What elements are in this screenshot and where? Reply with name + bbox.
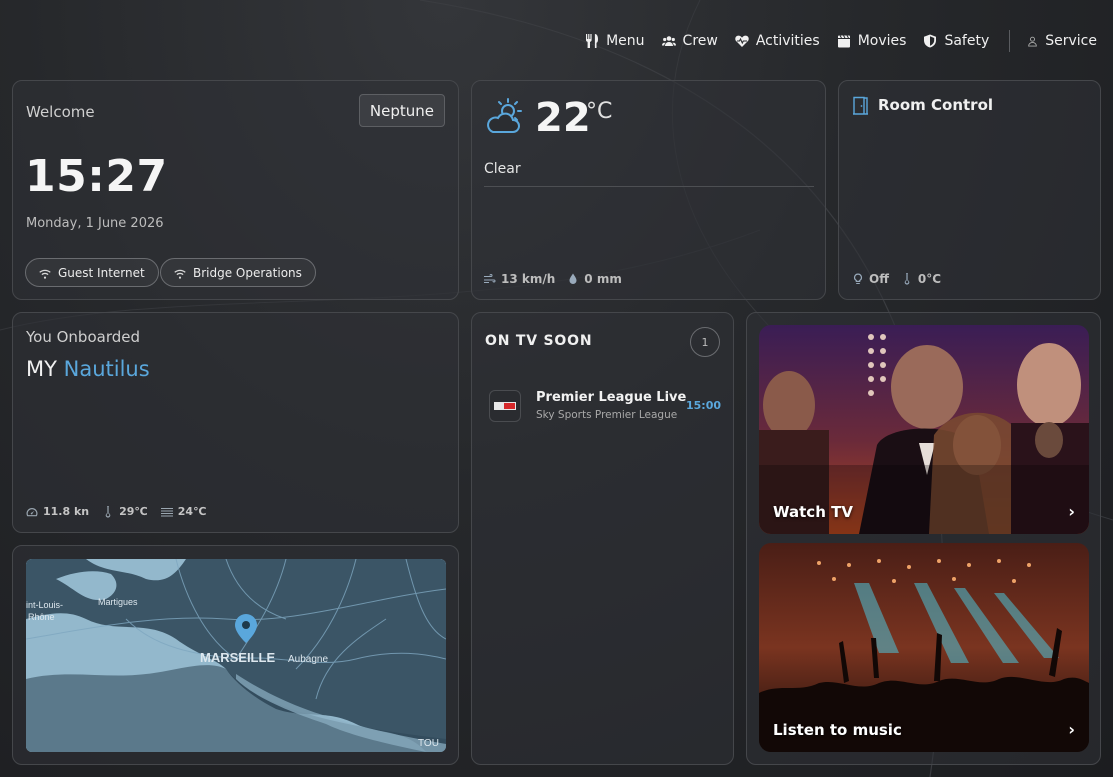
map-label-saint-louis: int-Louis- — [26, 600, 63, 610]
rain-value: 0 mm — [584, 272, 622, 286]
nav-safety-label: Safety — [944, 33, 990, 49]
tv-program-item[interactable]: Premier League Live Sky Sports Premier L… — [489, 389, 721, 423]
speedometer-icon — [26, 507, 38, 516]
divider — [484, 186, 814, 187]
weather-condition: Clear — [484, 161, 521, 177]
wind-icon — [484, 274, 496, 283]
room-control-card[interactable]: Room Control Off 0°C — [838, 80, 1101, 300]
nav-crew[interactable]: Crew — [661, 31, 718, 51]
temperature-unit: °C — [586, 99, 613, 124]
water-temp-value: 24℃ — [177, 505, 207, 518]
temperature-value: 22 — [535, 95, 591, 141]
map-label-city: MARSEILLE — [200, 650, 275, 665]
vessel-prefix: MY — [26, 357, 57, 381]
map-graphic: MARSEILLE Aubagne Martigues int-Louis- R… — [26, 559, 446, 752]
droplet-icon — [569, 273, 577, 284]
vessel-name-accent: Nautilus — [63, 357, 150, 381]
date: Monday, 1 June 2026 — [26, 216, 164, 231]
map-card: MARSEILLE Aubagne Martigues int-Louis- R… — [12, 545, 459, 765]
listen-music-tile[interactable]: Listen to music › — [759, 543, 1089, 752]
nav-service[interactable]: Service — [1027, 31, 1097, 51]
tv-count-badge: 1 — [690, 327, 720, 357]
air-temp-value: 29℃ — [119, 505, 148, 518]
wifi-icon — [174, 269, 186, 279]
water-waves-icon — [160, 507, 173, 516]
map-label-aubagne: Aubagne — [288, 654, 328, 665]
rain-stat: 0 mm — [567, 272, 622, 286]
map-label-martigues: Martigues — [98, 597, 138, 607]
program-title: Premier League Live — [536, 390, 687, 405]
nav-crew-label: Crew — [682, 33, 718, 49]
nav-safety[interactable]: Safety — [923, 31, 989, 51]
air-temp-stat: 29℃ — [102, 505, 148, 518]
nav-movies-label: Movies — [857, 33, 907, 49]
program-channel: Sky Sports Premier League — [536, 409, 678, 421]
channel-logo-icon — [489, 390, 521, 422]
nav-menu[interactable]: Menu — [585, 31, 645, 51]
nav-movies[interactable]: Movies — [837, 31, 907, 51]
wifi-bridge-label: Bridge Operations — [193, 265, 302, 280]
location-button[interactable]: Neptune — [358, 94, 445, 127]
clapperboard-icon — [837, 35, 850, 48]
nav-menu-label: Menu — [606, 33, 645, 49]
room-control-title: Room Control — [878, 96, 994, 114]
media-card: Watch TV › Listen to music › — [746, 312, 1101, 765]
utensils-icon — [586, 34, 599, 48]
chevron-right-icon: › — [1068, 720, 1075, 739]
weather-card: 22 °C Clear 13 km/h 0 mm — [471, 80, 826, 300]
map[interactable]: MARSEILLE Aubagne Martigues int-Louis- R… — [26, 559, 446, 752]
nav-activities-label: Activities — [755, 33, 820, 49]
wifi-bridge-button[interactable]: Bridge Operations — [160, 258, 316, 287]
watch-tv-tile[interactable]: Watch TV › — [759, 325, 1089, 534]
listen-music-label: Listen to music — [773, 721, 902, 739]
vessel-name: MY Nautilus — [26, 357, 150, 381]
clock: 15:27 — [25, 151, 168, 202]
weather-stats: 13 km/h 0 mm — [484, 272, 622, 286]
welcome-card: Welcome Neptune 15:27 Monday, 1 June 202… — [12, 80, 459, 300]
vessel-subtitle: You Onboarded — [26, 328, 141, 346]
water-temp-stat: 24℃ — [160, 505, 207, 518]
light-value: Off — [869, 272, 889, 286]
wind-value: 13 km/h — [501, 272, 556, 286]
shield-icon — [924, 34, 937, 48]
tv-schedule-heading: ON TV SOON — [485, 333, 593, 349]
partly-cloudy-icon — [487, 98, 522, 133]
users-icon — [661, 36, 676, 46]
tv-schedule-card: ON TV SOON 1 Premier League Live Sky Spo… — [471, 312, 734, 765]
room-stats: Off 0°C — [852, 272, 941, 286]
map-label-toulon: TOU — [418, 738, 439, 749]
wind-stat: 13 km/h — [484, 272, 555, 286]
speed-stat: 11.8 kn — [26, 505, 89, 518]
thermometer-icon — [105, 505, 111, 518]
vessel-stats: 11.8 kn 29℃ 24℃ — [26, 505, 206, 518]
watch-tv-label: Watch TV — [773, 503, 853, 521]
room-temp-value: 0°C — [917, 272, 942, 286]
thermometer-icon — [904, 273, 910, 285]
bulb-icon — [853, 273, 863, 284]
nav-activities[interactable]: Activities — [735, 31, 820, 51]
door-icon — [853, 96, 868, 115]
welcome-title: Welcome — [26, 103, 95, 121]
room-control-header: Room Control — [852, 95, 993, 115]
light-stat: Off — [852, 272, 889, 286]
wifi-guest-label: Guest Internet — [58, 265, 145, 280]
wifi-guest-button[interactable]: Guest Internet — [25, 258, 159, 287]
program-time: 15:00 — [685, 399, 721, 412]
top-nav: Menu Crew Activities Movies Safety Servi… — [568, 30, 1097, 52]
vessel-card: You Onboarded MY Nautilus 11.8 kn 29℃ 24… — [12, 312, 459, 533]
wifi-icon — [39, 269, 51, 279]
nav-service-label: Service — [1045, 33, 1097, 49]
nav-divider — [1009, 30, 1011, 52]
speed-value: 11.8 kn — [43, 505, 90, 518]
chevron-right-icon: › — [1068, 502, 1075, 521]
person-icon — [1028, 36, 1038, 47]
heart-pulse-icon — [735, 35, 749, 47]
map-label-rhone: Rhône — [28, 612, 55, 622]
room-temp-stat: 0°C — [901, 272, 941, 286]
